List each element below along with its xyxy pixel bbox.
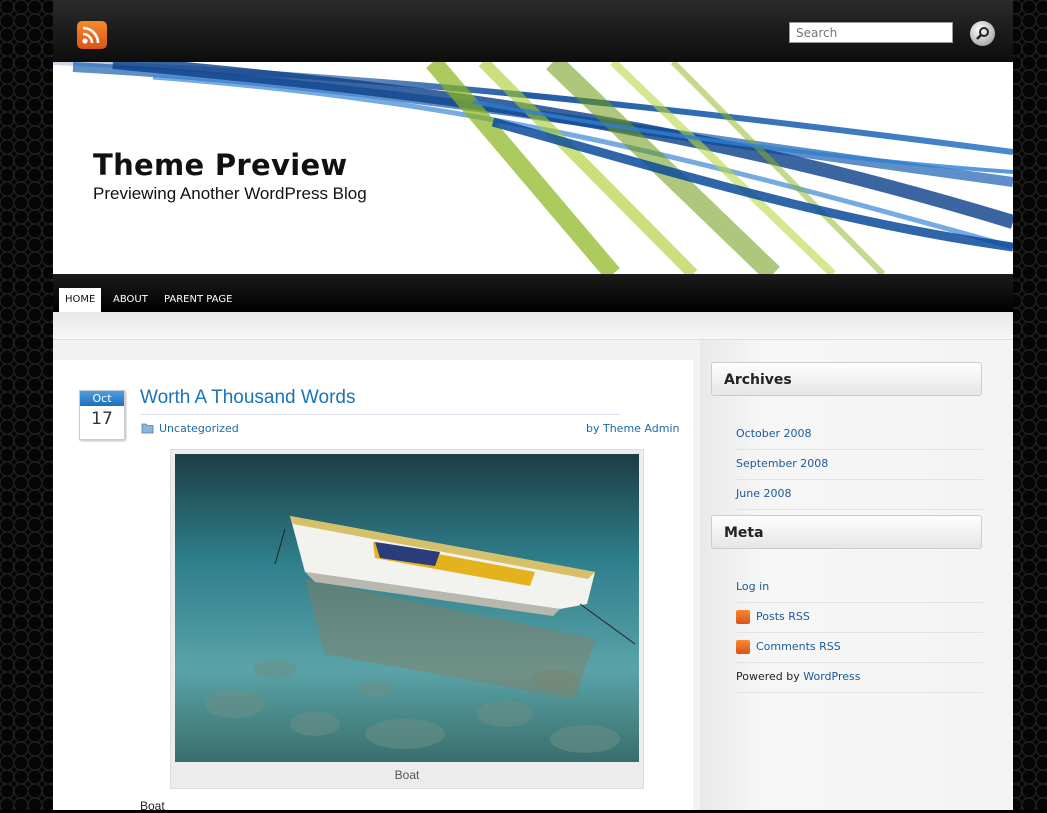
login-link[interactable]: Log in: [736, 572, 983, 603]
sub-nav-bar: [53, 312, 1013, 340]
search-input[interactable]: [789, 22, 953, 43]
archive-link[interactable]: September 2008: [736, 449, 983, 480]
boat-photo[interactable]: [175, 454, 639, 762]
archive-link[interactable]: June 2008: [736, 479, 983, 510]
site-description: Previewing Another WordPress Blog: [93, 184, 367, 203]
post-image-figure: Boat: [170, 449, 644, 789]
rss-feed-icon[interactable]: [77, 21, 107, 49]
image-caption: Boat: [394, 768, 420, 782]
meta-widget-title: Meta: [711, 515, 982, 549]
date-month: Oct: [80, 391, 124, 406]
main-nav: HOME ABOUT PARENT PAGE: [53, 274, 1013, 312]
comments-rss-link[interactable]: Comments RSS: [756, 640, 841, 653]
search-button[interactable]: [970, 21, 995, 46]
powered-by: Powered by WordPress: [736, 662, 983, 693]
folder-icon: [141, 423, 154, 434]
post-author-link[interactable]: by Theme Admin: [586, 422, 679, 435]
post-body-text: Boat: [140, 799, 165, 813]
posts-rss-item[interactable]: Posts RSS: [736, 602, 983, 633]
nav-item-parent-page[interactable]: PARENT PAGE: [158, 288, 238, 312]
archives-widget-title: Archives: [711, 362, 982, 396]
site-title[interactable]: Theme Preview: [93, 148, 348, 182]
wordpress-link[interactable]: WordPress: [803, 670, 860, 683]
post-title[interactable]: Worth A Thousand Words: [140, 387, 355, 409]
date-day: 17: [91, 409, 113, 429]
rss-icon: [736, 610, 750, 624]
nav-item-home[interactable]: HOME: [59, 288, 102, 312]
rss-icon: [736, 640, 750, 654]
magnifier-icon: [976, 27, 989, 40]
post-date-badge: Oct 17: [79, 390, 125, 440]
post-category-link[interactable]: Uncategorized: [159, 422, 239, 435]
archive-link[interactable]: October 2008: [736, 419, 983, 450]
post-title-divider: [140, 414, 620, 415]
top-bar: [53, 0, 1013, 62]
powered-by-text: Powered by: [736, 670, 804, 683]
posts-rss-link[interactable]: Posts RSS: [756, 610, 810, 623]
nav-item-about[interactable]: ABOUT: [107, 288, 154, 312]
site-header: Theme Preview Previewing Another WordPre…: [53, 62, 1013, 274]
comments-rss-item[interactable]: Comments RSS: [736, 632, 983, 663]
